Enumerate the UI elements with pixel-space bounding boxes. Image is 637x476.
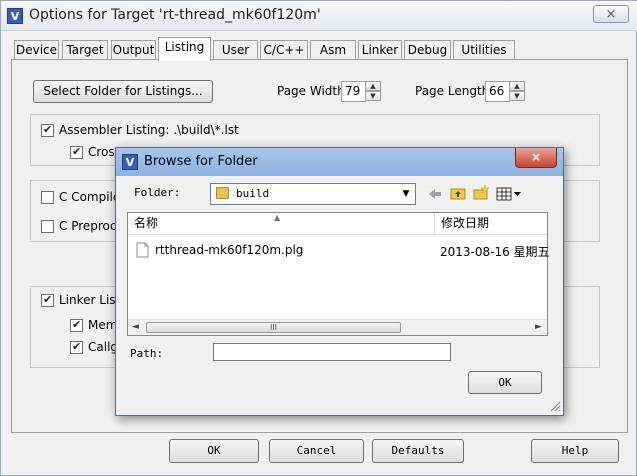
chevron-down-icon[interactable]: ▼ <box>397 184 415 204</box>
page-width-label: Page Width: <box>277 84 349 98</box>
horizontal-scrollbar[interactable]: ◄ III ► <box>128 319 547 335</box>
tab-target[interactable]: Target <box>62 40 108 60</box>
browse-folder-dialog: V Browse for Folder × Folder: build ▼ 名称… <box>115 147 564 416</box>
dialog-close-button[interactable]: × <box>515 148 557 168</box>
view-menu-icon[interactable] <box>496 186 524 202</box>
file-modified: 2013-08-16 星期五 <box>440 245 550 259</box>
column-header-modified[interactable]: 修改日期 <box>435 213 547 235</box>
folder-combobox[interactable]: build ▼ <box>210 183 416 205</box>
page-width-input[interactable]: 79 <box>341 81 366 102</box>
tab-user[interactable]: User <box>213 40 258 60</box>
select-folder-button[interactable]: Select Folder for Listings... <box>33 80 213 103</box>
ok-button[interactable]: OK <box>169 439 259 463</box>
cancel-button[interactable]: Cancel <box>269 439 364 463</box>
dialog-title-bar: V Browse for Folder × <box>116 148 563 176</box>
up-folder-icon[interactable] <box>450 185 466 201</box>
file-name: rtthread-mk60f120m.plg <box>155 243 304 257</box>
tab-output[interactable]: Output <box>111 40 156 60</box>
memory-map-checkbox[interactable] <box>70 318 83 332</box>
page-length-label: Page Length: <box>415 84 494 98</box>
folder-value: build <box>236 187 270 200</box>
file-icon <box>136 242 149 258</box>
tab-device[interactable]: Device <box>14 40 59 60</box>
dialog-ok-button[interactable]: OK <box>468 371 542 394</box>
title-bar: V Options for Target 'rt-thread_mk60f120… <box>1 1 637 31</box>
page-width-up[interactable]: ▲ <box>365 81 381 91</box>
column-name-label: 名称 <box>134 216 159 230</box>
dialog-app-icon: V <box>122 154 138 170</box>
sort-asc-icon: ▲ <box>274 213 281 222</box>
c-compiler-listing-checkbox[interactable] <box>41 191 54 204</box>
close-button[interactable]: × <box>593 5 629 23</box>
assembler-listing-checkbox[interactable] <box>41 123 54 137</box>
page-length-down[interactable]: ▼ <box>509 91 525 101</box>
path-input[interactable] <box>213 343 451 361</box>
path-label: Path: <box>130 347 164 360</box>
c-preprocessor-listing-checkbox[interactable] <box>41 220 54 233</box>
folder-icon <box>216 187 229 199</box>
app-icon: V <box>7 8 23 24</box>
tab-listing[interactable]: Listing <box>158 37 211 61</box>
scroll-left-icon[interactable]: ◄ <box>132 322 139 332</box>
help-button[interactable]: Help <box>531 439 619 463</box>
scroll-right-icon[interactable]: ► <box>535 322 542 332</box>
linker-listing-checkbox[interactable] <box>41 293 54 307</box>
dialog-title: Browse for Folder <box>144 154 258 169</box>
window-title: Options for Target 'rt-thread_mk60f120m' <box>29 7 321 23</box>
defaults-button[interactable]: Defaults <box>372 439 464 463</box>
list-item[interactable]: rtthread-mk60f120m.plg 2013-08-16 星期五 <box>136 241 550 261</box>
assembler-listing-label: Assembler Listing: .\build\*.lst <box>59 123 239 137</box>
scroll-thumb[interactable]: III <box>146 322 401 333</box>
callgraph-checkbox[interactable] <box>70 340 83 354</box>
cross-reference-checkbox[interactable] <box>70 145 83 159</box>
tab-asm[interactable]: Asm <box>310 40 356 60</box>
tab-linker[interactable]: Linker <box>358 40 402 60</box>
back-arrow-icon[interactable] <box>427 186 443 202</box>
folder-label: Folder: <box>134 186 181 199</box>
column-header-name[interactable]: 名称 ▲ <box>128 213 435 235</box>
tab-cpp[interactable]: C/C++ <box>260 40 308 60</box>
tab-debug[interactable]: Debug <box>404 40 451 60</box>
tab-utilities[interactable]: Utilities <box>453 40 515 60</box>
file-list[interactable]: 名称 ▲ 修改日期 rtthread-mk60f120m.plg 2013-08… <box>127 212 550 336</box>
resize-grip-icon[interactable] <box>549 400 561 412</box>
page-width-down[interactable]: ▼ <box>365 91 381 101</box>
page-length-input[interactable]: 66 <box>485 81 510 102</box>
page-length-up[interactable]: ▲ <box>509 81 525 91</box>
new-folder-icon[interactable] <box>473 185 489 201</box>
